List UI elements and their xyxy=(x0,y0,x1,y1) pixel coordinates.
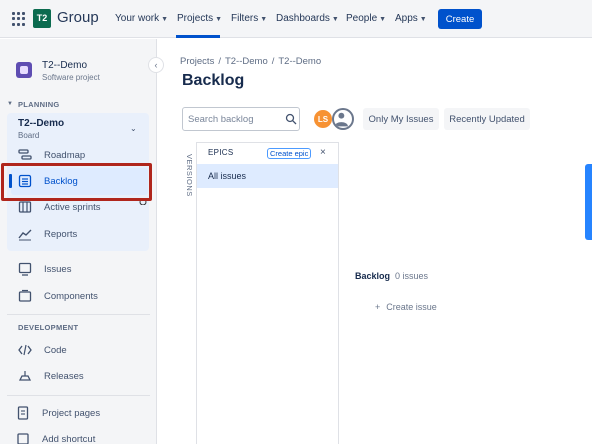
project-type: Software project xyxy=(42,73,100,82)
epics-title: EPICS xyxy=(208,148,234,157)
chevron-down-icon: ▼ xyxy=(331,16,339,23)
create-epic-button[interactable]: Create epic xyxy=(267,148,312,159)
backlog-issue-count: 0 issues xyxy=(395,271,429,281)
unassigned-avatar[interactable] xyxy=(332,108,354,130)
code-icon xyxy=(18,344,32,356)
sidebar-divider xyxy=(7,395,150,396)
breadcrumb: Projects / T2--Demo / T2--Demo xyxy=(180,56,322,67)
sidebar-item-components[interactable]: Components xyxy=(44,291,98,302)
sidebar-item-code[interactable]: Code xyxy=(44,345,67,356)
recently-updated-filter[interactable]: Recently Updated xyxy=(444,108,530,130)
only-my-issues-filter[interactable]: Only My Issues xyxy=(363,108,439,130)
chevron-down-icon[interactable]: ▼ xyxy=(7,101,13,107)
all-issues-label: All issues xyxy=(208,171,247,181)
sprints-icon xyxy=(18,201,32,213)
create-issue-button[interactable]: + Create issue xyxy=(375,302,437,312)
chevron-down-icon[interactable]: ⌄ xyxy=(130,124,137,133)
logo-badge[interactable]: T2 xyxy=(33,9,51,28)
nav-dashboards[interactable]: Dashboards ▼ xyxy=(276,13,339,24)
pages-icon xyxy=(17,406,29,420)
nav-projects[interactable]: Projects ▼ xyxy=(177,13,222,24)
close-icon[interactable]: × xyxy=(320,147,326,158)
sidebar-item-active-sprints[interactable]: Active sprints xyxy=(44,202,101,213)
breadcrumb-projects[interactable]: Projects xyxy=(180,56,214,67)
search-input[interactable] xyxy=(182,107,300,131)
reports-icon xyxy=(18,229,32,241)
sidebar-item-project-pages[interactable]: Project pages xyxy=(42,408,100,419)
chevron-down-icon: ▼ xyxy=(379,16,387,23)
top-navigation: T2 Group Your work ▼ Projects ▼ Filters ▼ D… xyxy=(0,0,592,38)
sidebar-item-roadmap[interactable]: Roadmap xyxy=(44,150,85,161)
roadmap-icon xyxy=(18,149,32,160)
shortcut-icon xyxy=(17,433,29,444)
active-nav-indicator xyxy=(176,35,220,38)
create-button[interactable]: Create xyxy=(438,9,482,29)
chevron-down-icon: ▼ xyxy=(419,16,427,23)
chevron-down-icon: ▼ xyxy=(161,16,169,23)
development-section-label: DEVELOPMENT xyxy=(18,323,79,332)
components-icon xyxy=(18,289,32,302)
highlight-annotation-box xyxy=(1,163,152,201)
board-subtitle: Board xyxy=(18,131,40,140)
versions-label[interactable]: VERSIONS xyxy=(185,154,194,197)
sidebar-item-issues[interactable]: Issues xyxy=(44,264,71,275)
planning-section-label: PLANNING xyxy=(18,100,60,109)
releases-icon xyxy=(18,371,32,381)
avatar[interactable]: LS xyxy=(313,109,333,129)
nav-your-work[interactable]: Your work ▼ xyxy=(115,13,168,24)
sidebar-item-reports[interactable]: Reports xyxy=(44,229,77,240)
search-icon xyxy=(285,113,297,125)
user-icon xyxy=(334,112,348,127)
page-title: Backlog xyxy=(182,72,245,89)
breadcrumb-project[interactable]: T2--Demo xyxy=(225,56,268,67)
app-switcher-icon[interactable] xyxy=(12,12,26,26)
backlog-section-title: Backlog xyxy=(355,271,391,281)
chevron-down-icon: ▼ xyxy=(215,16,223,23)
nav-apps[interactable]: Apps ▼ xyxy=(395,13,427,24)
logo-text[interactable]: Group xyxy=(57,9,99,26)
chevron-down-icon: ▼ xyxy=(260,16,268,23)
plus-icon: + xyxy=(375,302,381,312)
collapse-sidebar-button[interactable]: ‹ xyxy=(148,57,164,73)
nav-filters[interactable]: Filters ▼ xyxy=(231,13,267,24)
project-avatar[interactable] xyxy=(16,62,32,78)
sidebar-item-add-shortcut[interactable]: Add shortcut xyxy=(42,434,95,444)
side-panel-handle[interactable] xyxy=(585,164,592,240)
issues-icon xyxy=(18,262,32,276)
breadcrumb-board[interactable]: T2--Demo xyxy=(278,56,321,67)
sidebar-item-releases[interactable]: Releases xyxy=(44,371,84,382)
nav-people[interactable]: People ▼ xyxy=(346,13,386,24)
sidebar-divider xyxy=(7,314,150,315)
board-name[interactable]: T2--Demo xyxy=(18,118,64,129)
project-name[interactable]: T2--Demo xyxy=(42,60,87,71)
